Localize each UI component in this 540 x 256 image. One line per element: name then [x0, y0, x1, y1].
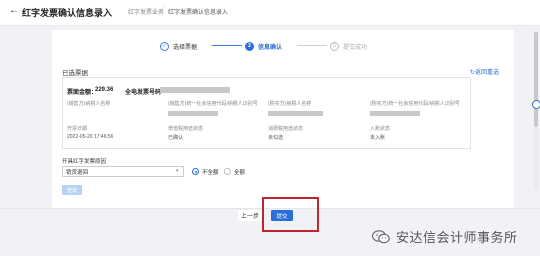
amount-value: 229.36 — [95, 87, 114, 93]
field-label-buyer-name: (购买方)纳税人名称 — [268, 101, 312, 107]
step-label: 提交成功 — [343, 44, 368, 51]
page-title: 红字发票确认信息录入 — [22, 8, 113, 18]
field-value-consumption-status: 未勾选 — [268, 135, 284, 141]
scrollbar-thumb[interactable] — [534, 32, 538, 127]
reason-select-value: 销货退回 — [66, 170, 89, 176]
watermark: 安达信会计师事务所 — [371, 227, 518, 246]
reselect-label: 返回重选 — [475, 70, 500, 76]
section-title: 已选票据 — [62, 70, 88, 77]
watermark-text: 安达信会计师事务所 — [396, 231, 518, 246]
breadcrumb-item-current: 红字发票确认信息录入 — [168, 10, 229, 16]
previous-step-button[interactable]: 上一步 — [238, 210, 262, 221]
chevron-down-icon[interactable]: ▾ — [176, 168, 179, 174]
step-connector-1 — [212, 45, 242, 46]
radio-full[interactable] — [224, 168, 231, 175]
redacted-seller-id — [168, 111, 218, 116]
field-value-issue-date: 2022-05-20 17:46:56 — [67, 134, 114, 140]
field-label-vat-status: 增值税用途状态 — [168, 126, 204, 132]
redacted-invoice-number — [160, 87, 230, 93]
radio-partial[interactable] — [192, 168, 199, 175]
invoice-number-label: 全电发票号码 — [125, 90, 162, 96]
step-select-invoice: ✓ 选择票据 — [160, 40, 197, 52]
step-label: 选择票据 — [173, 44, 198, 51]
step-connector-2 — [297, 45, 327, 46]
step-label: 信息确认 — [258, 44, 283, 51]
help-float-icon[interactable] — [532, 100, 540, 109]
reason-label: 开具红字发票原因 — [62, 159, 107, 165]
field-value-vat-status: 已确认 — [168, 135, 184, 141]
redacted-buyer-id — [370, 111, 420, 116]
field-label-buyer-id: (购买方)统一社会信用代码/纳税人识别号 — [370, 101, 460, 107]
radio-partial-label[interactable]: 不全额 — [202, 168, 219, 176]
check-button[interactable]: 查询 — [62, 185, 82, 195]
breadcrumb-separator: / — [162, 7, 164, 13]
field-label-consumption-status: 消费税用途状态 — [268, 126, 304, 132]
field-label-seller-id: (销售方)统一社会信用代码/纳税人识别号 — [168, 101, 258, 107]
step-number: 2 — [245, 41, 254, 51]
amount-label: 票面金额： — [67, 90, 98, 96]
wechat-icon — [371, 229, 390, 244]
radio-full-label[interactable]: 全额 — [234, 168, 245, 176]
field-label-issue-date: 开票日期 — [67, 126, 88, 132]
field-label-booking-status: 入账状态 — [370, 126, 391, 132]
field-label-seller-name: (销售方)纳税人名称 — [67, 101, 111, 107]
step-confirm-info: 2 信息确认 — [245, 40, 282, 52]
breadcrumb-item-business[interactable]: 红字发票业务 — [128, 7, 164, 16]
back-arrow-icon[interactable]: ← — [9, 5, 19, 16]
field-value-booking-status: 未入账 — [370, 135, 386, 141]
top-bar: ← 红字发票确认信息录入 红字发票业务 / 红字发票确认信息录入 — [0, 0, 540, 26]
step-check-icon: ✓ — [160, 41, 169, 51]
step-submit-success: 3 提交成功 — [330, 40, 367, 52]
step-number: 3 — [330, 41, 339, 51]
redacted-buyer-name — [268, 111, 323, 116]
reselect-link[interactable]: ↻返回重选 — [470, 67, 499, 76]
submit-button[interactable]: 提交 — [271, 210, 293, 221]
